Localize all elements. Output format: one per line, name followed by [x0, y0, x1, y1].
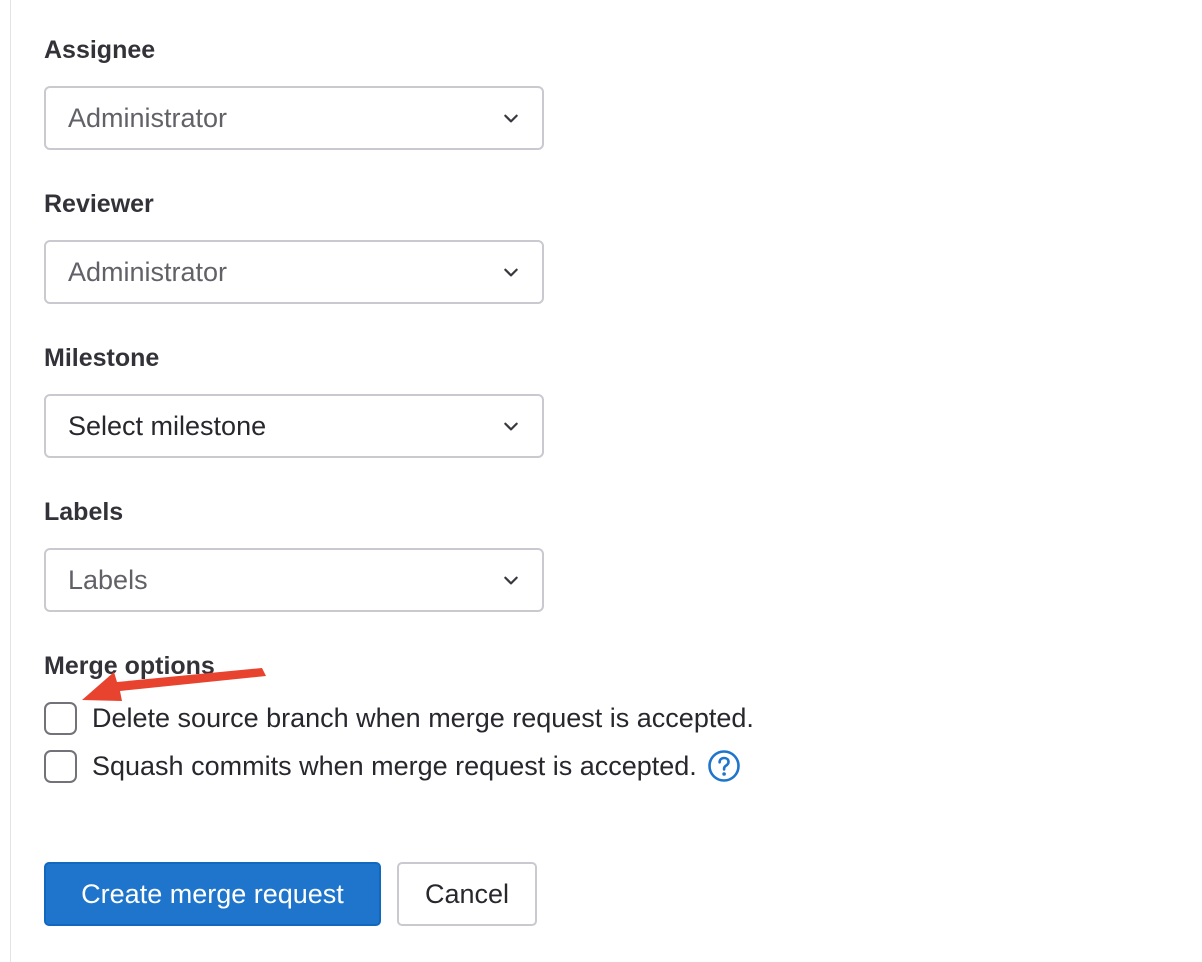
assignee-value: Administrator [68, 103, 228, 133]
chevron-down-icon [504, 114, 518, 123]
labels-dropdown[interactable]: Labels [44, 548, 544, 612]
chevron-down-icon [504, 576, 518, 585]
cancel-button[interactable]: Cancel [397, 862, 537, 926]
assignee-dropdown[interactable]: Administrator [44, 86, 544, 150]
delete-source-branch-checkbox[interactable] [44, 701, 77, 735]
assignee-label: Assignee [44, 36, 156, 64]
reviewer-value: Administrator [68, 257, 228, 287]
labels-label: Labels [44, 498, 124, 526]
milestone-label: Milestone [44, 344, 160, 372]
question-circle-icon[interactable] [707, 749, 741, 783]
reviewer-label: Reviewer [44, 190, 154, 218]
milestone-dropdown[interactable]: Select milestone [44, 394, 544, 458]
delete-source-branch-option[interactable]: Delete source branch when merge request … [44, 701, 754, 735]
content-divider [10, 0, 11, 962]
squash-commits-option[interactable]: Squash commits when merge request is acc… [44, 749, 741, 783]
chevron-down-icon [504, 268, 518, 277]
merge-options-title: Merge options [44, 652, 215, 680]
reviewer-dropdown[interactable]: Administrator [44, 240, 544, 304]
create-merge-request-button[interactable]: Create merge request [44, 862, 381, 926]
labels-value: Labels [68, 565, 148, 595]
delete-source-branch-label[interactable]: Delete source branch when merge request … [92, 702, 754, 734]
merge-request-form: Assignee Administrator Reviewer Administ… [0, 0, 1202, 962]
chevron-down-icon [504, 422, 518, 431]
milestone-value: Select milestone [68, 411, 267, 441]
squash-commits-label[interactable]: Squash commits when merge request is acc… [92, 750, 697, 782]
squash-commits-checkbox[interactable] [44, 749, 77, 783]
